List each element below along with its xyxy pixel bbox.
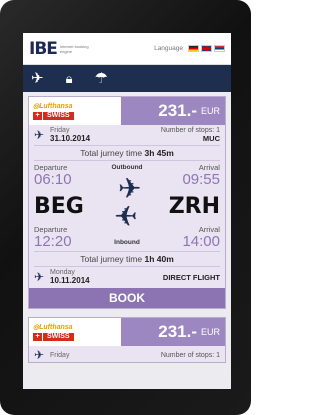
language-selector: Language <box>154 45 225 52</box>
outbound-day: Friday <box>50 127 70 134</box>
nav-bar: ✈ 🔒︎ ☂ <box>23 65 231 92</box>
outbound-plane-icon: ✈ <box>118 173 142 204</box>
price-currency: EUR <box>200 327 220 337</box>
stops-label: Number of stops: 1 <box>160 127 220 134</box>
airlines: Lufthansa + SWISS <box>29 318 121 346</box>
rs-flag-icon[interactable] <box>214 45 225 52</box>
departure-time: 06:10 <box>34 171 72 188</box>
book-button[interactable]: BOOK <box>29 288 225 308</box>
route-planes: ✈ ✈ <box>112 173 156 237</box>
card-header: Lufthansa + SWISS 231.- EUR <box>29 318 225 346</box>
de-flag-icon[interactable] <box>188 45 199 52</box>
departure-time: 12:20 <box>34 233 72 250</box>
plane-icon: ✈ <box>34 270 45 284</box>
outbound-label: Outbound <box>111 164 143 171</box>
device-frame: IBE Internet booking engine Language ✈ 🔒… <box>0 0 251 415</box>
outbound-date-row: ✈ Friday Number of stops: 1 <box>34 348 220 362</box>
price-box: 231.- EUR <box>121 97 225 125</box>
app-header: IBE Internet booking engine Language <box>23 33 231 65</box>
inbound-date-row: ✈ Monday 10.11.2014 DIRECT FLIGHT <box>34 269 220 288</box>
outbound-total-time: Total jurney time 3h 45m <box>34 145 220 161</box>
price-currency: EUR <box>200 106 220 116</box>
price-box: 231.- EUR <box>121 318 225 346</box>
route: BEG ✈ ✈ ZRH <box>34 175 220 233</box>
origin-airport: BEG <box>34 193 84 219</box>
beach-icon[interactable]: ☂ <box>95 65 108 92</box>
swiss-logo: + SWISS <box>33 112 117 120</box>
gb-flag-icon[interactable] <box>201 45 212 52</box>
arrival-time: 14:00 <box>182 233 220 250</box>
flight-card: Lufthansa + SWISS 231.- EUR ✈ <box>28 317 226 363</box>
inbound-total-time: Total jurney time 1h 40m <box>34 251 220 267</box>
airlines: Lufthansa + SWISS <box>29 97 121 125</box>
logo-mark: IBE <box>29 38 58 59</box>
stops-label: Number of stops: 1 <box>160 351 220 359</box>
swiss-logo: + SWISS <box>33 333 117 341</box>
card-header: Lufthansa + SWISS 231.- EUR <box>29 97 225 125</box>
inbound-date: 10.11.2014 <box>50 276 90 285</box>
price-value: 231.- <box>158 322 197 341</box>
language-label: Language <box>154 45 183 52</box>
card-body: ✈ Friday Number of stops: 1 <box>29 346 225 362</box>
inbound-plane-icon: ✈ <box>114 201 138 232</box>
plane-icon: ✈ <box>34 128 45 142</box>
results-list: Lufthansa + SWISS 231.- EUR ✈ <box>23 92 231 363</box>
inbound-day: Monday <box>50 269 75 276</box>
logo-tagline: Internet booking engine <box>59 43 89 54</box>
price-value: 231.- <box>158 101 197 120</box>
baggage-icon[interactable]: 🔒︎ <box>66 65 73 92</box>
card-body: ✈ Friday 31.10.2014 Number of stops: 1 M… <box>29 125 225 308</box>
flight-type: DIRECT FLIGHT <box>162 272 220 282</box>
destination-airport: ZRH <box>168 193 220 219</box>
inbound-label: Inbound <box>114 239 140 246</box>
total-label: Total jurney time <box>80 254 143 264</box>
swiss-label: SWISS <box>43 333 74 341</box>
screen: IBE Internet booking engine Language ✈ 🔒… <box>23 33 231 389</box>
swiss-flag-icon: + <box>33 112 42 120</box>
total-value: 1h 40m <box>144 254 174 264</box>
outbound-day: Friday <box>50 351 70 359</box>
total-label: Total jurney time <box>80 148 143 158</box>
flight-icon[interactable]: ✈ <box>31 65 44 92</box>
flight-card: Lufthansa + SWISS 231.- EUR ✈ <box>28 96 226 309</box>
swiss-flag-icon: + <box>33 333 42 341</box>
logo[interactable]: IBE Internet booking engine <box>29 39 90 59</box>
plane-icon: ✈ <box>34 348 45 362</box>
total-value: 3h 45m <box>144 148 174 158</box>
swiss-label: SWISS <box>43 112 74 120</box>
outbound-date-row: ✈ Friday 31.10.2014 Number of stops: 1 M… <box>34 127 220 143</box>
outbound-date: 31.10.2014 <box>50 134 91 143</box>
stop-airport: MUC <box>202 134 220 143</box>
arrival-time: 09:55 <box>182 171 220 188</box>
lufthansa-logo: Lufthansa <box>33 102 117 110</box>
lufthansa-logo: Lufthansa <box>33 323 117 331</box>
